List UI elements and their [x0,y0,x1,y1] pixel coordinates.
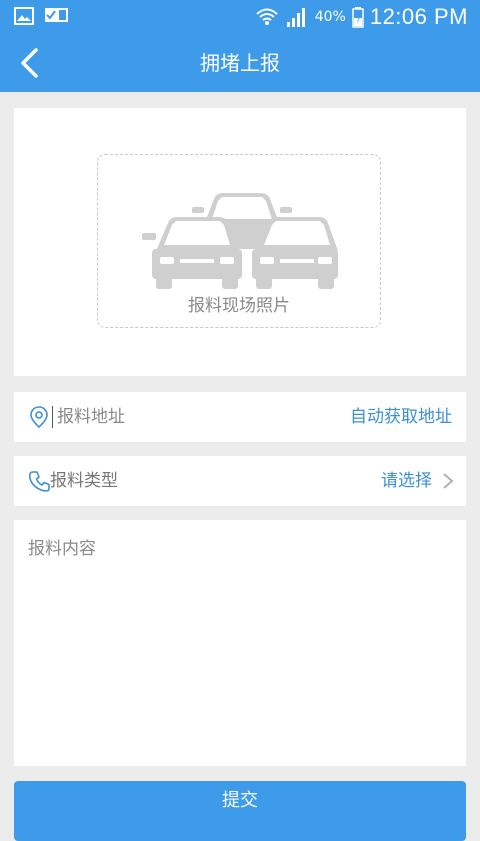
status-bar-left [14,6,68,26]
gallery-icon [14,7,34,25]
status-bar-right: 40% 12:06 PM [255,4,468,30]
photo-upload-area[interactable]: 报料现场照片 [97,154,381,328]
app-bar: 拥堵上报 [0,34,480,92]
page-title: 拥堵上报 [200,51,280,75]
signal-icon [286,8,305,27]
phone-icon [28,471,50,492]
report-type-row[interactable]: 报料类型 请选择 [14,456,466,506]
submit-button[interactable]: 提交 [14,781,466,841]
wifi-icon [256,8,278,25]
content-textarea[interactable]: 报料内容 [14,520,466,766]
address-row: 报料地址 自动获取地址 [14,392,466,442]
photo-upload-label: 报料现场照片 [188,296,290,316]
status-time: 12:06 PM [369,4,468,29]
traffic-cars-icon [142,193,338,289]
status-bar: 40% 12:06 PM [0,0,480,34]
address-input[interactable]: 报料地址 [52,406,125,428]
report-type-select[interactable]: 请选择 [381,456,432,506]
chevron-right-icon [443,473,454,489]
task-check-icon [45,8,68,22]
auto-get-address-button[interactable]: 自动获取地址 [350,392,452,442]
content-placeholder: 报料内容 [28,539,96,559]
photo-card: 报料现场照片 [14,108,466,376]
location-pin-icon [30,406,48,429]
battery-percent: 40% [314,9,346,25]
report-type-label: 报料类型 [50,471,118,491]
battery-charging-icon [352,7,364,28]
